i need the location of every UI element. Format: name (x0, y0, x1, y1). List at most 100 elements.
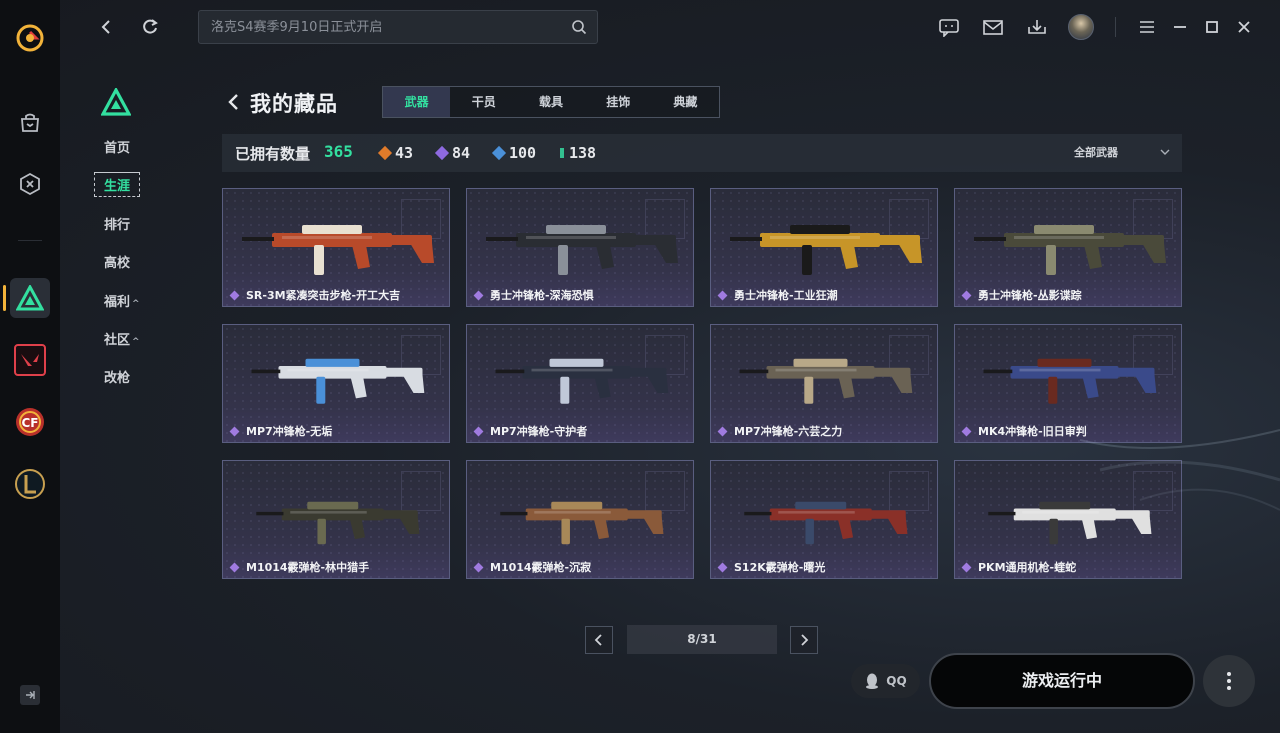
page-back-icon[interactable] (224, 92, 242, 112)
next-page-button[interactable] (790, 626, 818, 654)
weapon-card[interactable]: M1014霰弹枪-林中猎手 (222, 460, 450, 579)
tab-collection[interactable]: 典藏 (652, 87, 719, 117)
weapon-card[interactable]: MP7冲锋枪-无垢 (222, 324, 450, 443)
top-bar (60, 0, 1280, 54)
rarity-blue-icon (491, 145, 507, 161)
weapon-image (744, 501, 908, 545)
subnav-gunsmith[interactable]: 改枪 (104, 367, 130, 386)
weapon-card[interactable]: 勇士冲锋枪-丛影谍踪 (954, 188, 1182, 307)
page-indicator: 8/31 (627, 625, 777, 654)
qq-penguin-icon (866, 673, 879, 689)
weapon-card[interactable]: MK4冲锋枪-旧日审判 (954, 324, 1182, 443)
minimize-icon[interactable] (1168, 15, 1192, 39)
tab-vehicles[interactable]: 载具 (517, 87, 584, 117)
weapon-name-text: SR-3M紧凑突击步枪-开工大吉 (246, 289, 401, 302)
subnav-college[interactable]: 高校 (104, 252, 130, 271)
rarity-purple-icon (229, 290, 240, 300)
weapon-name: MK4冲锋枪-旧日审判 (961, 423, 1087, 439)
store-icon[interactable] (12, 105, 48, 141)
weapon-name-text: M1014霰弹枪-林中猎手 (246, 561, 370, 574)
weapon-name-text: MP7冲锋枪-守护者 (490, 425, 588, 438)
rail-divider (18, 240, 42, 241)
refresh-icon[interactable] (137, 14, 163, 40)
category-tabs: 武器 干员 载具 挂饰 典藏 (382, 86, 720, 118)
weapon-card[interactable]: 勇士冲锋枪-深海恐惧 (466, 188, 694, 307)
weapon-card[interactable]: 勇士冲锋枪-工业狂潮 (710, 188, 938, 307)
rarity-purple-icon (717, 290, 728, 300)
delta-brand-icon (101, 88, 131, 116)
prev-page-button[interactable] (585, 626, 613, 654)
download-icon[interactable] (1025, 15, 1049, 39)
weapon-filter-dropdown[interactable]: 全部武器 (1074, 144, 1170, 160)
crossfire-icon[interactable]: CF (10, 402, 50, 442)
weapon-card[interactable]: M1014霰弹枪-沉寂 (466, 460, 694, 579)
weapon-image (251, 358, 425, 404)
subnav-home[interactable]: 首页 (104, 137, 130, 156)
game-running-button[interactable]: 游戏运行中 (929, 653, 1195, 709)
chevron-down-icon (1160, 149, 1170, 155)
weapon-name: MP7冲锋枪-守护者 (473, 423, 588, 439)
menu-icon[interactable] (1135, 15, 1159, 39)
qq-button[interactable]: QQ (851, 664, 920, 698)
weapon-name-text: S12K霰弹枪-曙光 (734, 561, 826, 574)
search-icon[interactable] (571, 19, 587, 35)
delta-game-icon[interactable] (10, 278, 50, 318)
rarity-purple-icon (229, 562, 240, 572)
subnav-welfare[interactable]: 福利 ^ (104, 291, 140, 310)
weapon-name-text: MP7冲锋枪-无垢 (246, 425, 333, 438)
search-input[interactable] (211, 11, 561, 43)
tab-operators[interactable]: 干员 (450, 87, 517, 117)
subnav-community-label: 社区 (104, 333, 131, 348)
weapon-card[interactable]: S12K霰弹枪-曙光 (710, 460, 938, 579)
svg-text:CF: CF (21, 416, 38, 430)
weapon-card[interactable]: PKM通用机枪-蝰蛇 (954, 460, 1182, 579)
back-icon[interactable] (93, 14, 119, 40)
caret-up-icon: ^ (132, 299, 140, 309)
weapon-card[interactable]: SR-3M紧凑突击步枪-开工大吉 (222, 188, 450, 307)
league-icon[interactable] (10, 464, 50, 504)
rarity-purple-icon (473, 562, 484, 572)
more-options-button[interactable] (1203, 655, 1255, 707)
weapon-name: M1014霰弹枪-林中猎手 (229, 559, 370, 575)
subnav-ranking[interactable]: 排行 (104, 214, 130, 233)
app-logo-icon[interactable] (15, 23, 45, 53)
maximize-icon[interactable] (1200, 15, 1224, 39)
rarity-purple-count: 84 (452, 144, 471, 162)
close-icon[interactable] (1232, 15, 1256, 39)
weapon-image (500, 501, 664, 545)
rarity-gold-count: 43 (395, 144, 414, 162)
valorant-icon[interactable] (10, 340, 50, 380)
weapon-name: 勇士冲锋枪-丛影谍踪 (961, 287, 1082, 303)
weapon-name-text: 勇士冲锋枪-丛影谍踪 (978, 289, 1082, 302)
rarity-green-icon (560, 148, 564, 158)
rarity-gold-icon (377, 145, 393, 161)
avatar[interactable] (1068, 14, 1094, 40)
stats-bar: 已拥有数量 365 43 84 100 138 全部武器 (222, 134, 1182, 172)
rarity-purple-icon (961, 290, 972, 300)
weapon-card[interactable]: MP7冲锋枪-六芸之力 (710, 324, 938, 443)
weapon-name: MP7冲锋枪-无垢 (229, 423, 333, 439)
search-box (198, 10, 598, 44)
chevron-left-icon (594, 634, 602, 646)
rarity-purple: 84 (434, 144, 471, 162)
weapon-name: S12K霰弹枪-曙光 (717, 559, 826, 575)
tab-weapons[interactable]: 武器 (383, 87, 451, 117)
rarity-purple-icon (229, 426, 240, 436)
mail-icon[interactable] (981, 15, 1005, 39)
game-controller-icon[interactable] (12, 166, 48, 202)
rarity-purple-icon (473, 426, 484, 436)
subnav-career[interactable]: 生涯 (94, 172, 141, 197)
weapon-image (974, 225, 1166, 275)
weapon-image (486, 225, 678, 275)
weapon-name: MP7冲锋枪-六芸之力 (717, 423, 842, 439)
rarity-purple-icon (434, 145, 450, 161)
weapon-image (495, 358, 669, 404)
chat-icon[interactable] (937, 15, 961, 39)
tab-charms[interactable]: 挂饰 (585, 87, 652, 117)
weapon-name-text: PKM通用机枪-蝰蛇 (978, 561, 1077, 574)
rarity-blue: 100 (491, 144, 536, 162)
weapon-image (983, 358, 1157, 404)
subnav-community[interactable]: 社区 ^ (104, 329, 140, 348)
collapse-icon[interactable] (20, 685, 40, 705)
weapon-card[interactable]: MP7冲锋枪-守护者 (466, 324, 694, 443)
